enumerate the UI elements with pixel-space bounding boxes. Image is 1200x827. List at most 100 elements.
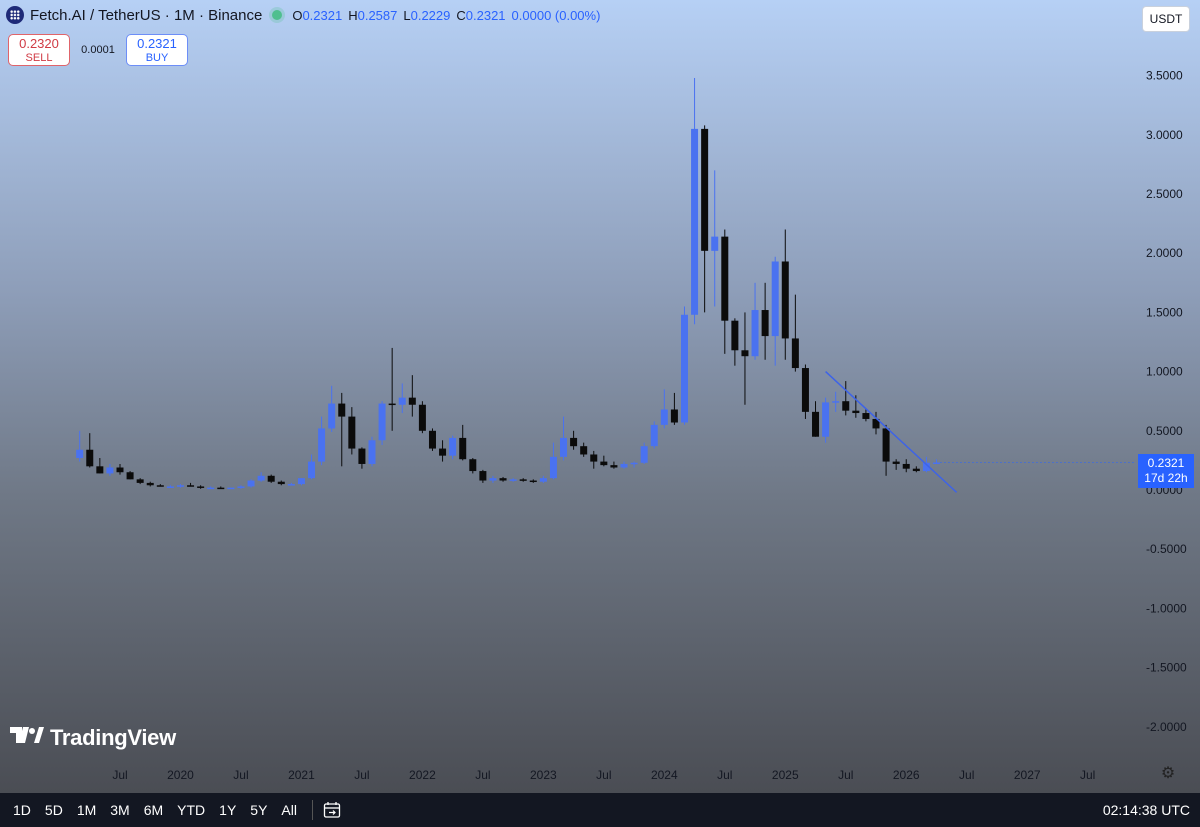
range-selector: 1D 5D 1M 3M 6M YTD 1Y 5Y All	[6, 802, 304, 818]
candle-body	[308, 461, 316, 479]
candle-body	[106, 467, 114, 474]
candle-body	[227, 487, 235, 490]
x-tick-label: 2023	[530, 768, 557, 782]
candle-body	[267, 475, 275, 482]
utc-clock[interactable]: 02:14:38 UTC	[1103, 802, 1190, 818]
candle-body	[791, 338, 799, 369]
x-tick-label: Jul	[354, 768, 369, 782]
candle-body	[348, 416, 356, 449]
sell-price: 0.2320	[19, 36, 59, 51]
candle-body	[781, 261, 789, 339]
candle-body	[86, 449, 94, 467]
range-3m[interactable]: 3M	[103, 802, 136, 818]
x-tick-label: 2024	[651, 768, 678, 782]
range-5d[interactable]: 5D	[38, 802, 70, 818]
chart-canvas[interactable]: 3.5000 3.0000 2.5000 2.0000 1.5000 1.0000 0.50…	[0, 0, 1200, 793]
bar-countdown: 17d 22h	[1144, 471, 1188, 485]
candle-body	[812, 411, 820, 437]
candle-body	[721, 236, 729, 321]
candle-body	[439, 448, 447, 456]
y-tick-label: 1.0000	[1146, 365, 1183, 379]
candle-body	[176, 485, 184, 487]
symbol-header: Fetch.AI / TetherUS · 1M · Binance O0.23…	[6, 6, 600, 24]
y-tick-label: 3.0000	[1146, 128, 1183, 142]
open-label: O	[292, 7, 303, 23]
ohlc-legend: O0.2321 H0.2587 L0.2229 C0.2321 0.0000 (…	[292, 8, 600, 23]
candle-body	[449, 437, 457, 456]
candle-body	[701, 128, 709, 251]
candle-body	[862, 413, 870, 419]
status-dot-icon	[272, 10, 283, 20]
date-range-calendar-icon[interactable]	[323, 801, 341, 819]
x-tick-label: 2027	[1014, 768, 1041, 782]
symbol-title[interactable]: Fetch.AI / TetherUS · 1M · Binance	[30, 7, 262, 24]
candle-body	[338, 403, 346, 417]
candle-body	[499, 478, 507, 481]
candle-body	[570, 437, 578, 447]
bottom-toolbar: 1D 5D 1M 3M 6M YTD 1Y 5Y All 02:14:38 UT…	[0, 793, 1200, 827]
change-value: 0.0000 (0.00%)	[511, 7, 601, 23]
candle-body	[892, 461, 900, 464]
range-6m[interactable]: 6M	[137, 802, 170, 818]
candle-body	[680, 314, 688, 423]
range-1m[interactable]: 1M	[70, 802, 103, 818]
currency-button[interactable]: USDT	[1142, 6, 1190, 32]
candle-body	[630, 462, 638, 465]
candle-body	[590, 454, 598, 462]
candle-body	[771, 261, 779, 337]
fetch-ai-logo-icon	[6, 6, 24, 24]
x-tick-label: Jul	[717, 768, 732, 782]
range-all[interactable]: All	[274, 802, 304, 818]
candle-body	[408, 397, 416, 405]
tradingview-watermark[interactable]: TradingView	[10, 725, 176, 751]
candle-body	[428, 430, 436, 449]
tradingview-logo-icon	[10, 725, 44, 751]
candle-body	[146, 482, 154, 486]
candle-body	[882, 428, 890, 462]
high-value: 0.2587	[357, 7, 398, 23]
x-tick-label: Jul	[1080, 768, 1095, 782]
range-ytd[interactable]: YTD	[170, 802, 212, 818]
candle-body	[509, 479, 517, 481]
last-price-tag: 0.2321 17d 22h	[1138, 454, 1194, 488]
settings-gear-icon[interactable]: ⚙	[1160, 766, 1176, 782]
candle-body	[549, 456, 557, 479]
sell-button[interactable]: 0.2320 SELL	[8, 34, 70, 66]
candle-body	[741, 350, 749, 357]
x-tick-label: 2020	[167, 768, 194, 782]
candle-body	[479, 471, 487, 481]
candle-body	[217, 487, 225, 490]
candle-body	[368, 440, 376, 464]
candle-body	[287, 484, 295, 486]
candle-body	[398, 397, 406, 405]
x-tick-label: Jul	[475, 768, 490, 782]
candle-body	[832, 401, 840, 403]
x-tick-label: Jul	[596, 768, 611, 782]
close-label: C	[456, 7, 466, 23]
candle-body	[328, 403, 336, 429]
y-tick-label: -2.0000	[1146, 720, 1187, 734]
trend-line	[825, 371, 958, 493]
high-label: H	[348, 7, 358, 23]
candle-body	[761, 310, 769, 337]
candle-body	[640, 446, 648, 463]
candle-body	[932, 462, 940, 465]
y-tick-label: 3.5000	[1146, 69, 1183, 83]
candle-body	[277, 481, 285, 485]
x-tick-label: 2026	[893, 768, 920, 782]
buy-button[interactable]: 0.2321 BUY	[126, 34, 188, 66]
tradingview-wordmark: TradingView	[50, 725, 176, 750]
candle-body	[731, 320, 739, 351]
x-tick-label: Jul	[112, 768, 127, 782]
range-1y[interactable]: 1Y	[212, 802, 243, 818]
open-value: 0.2321	[302, 7, 343, 23]
range-1d[interactable]: 1D	[6, 802, 38, 818]
low-label: L	[403, 7, 411, 23]
candle-body	[237, 486, 245, 488]
candle-body	[852, 410, 860, 414]
range-5y[interactable]: 5Y	[243, 802, 274, 818]
candle-body	[418, 404, 426, 431]
candle-body	[650, 424, 658, 447]
candle-body	[126, 472, 134, 480]
candle-body	[902, 463, 910, 469]
